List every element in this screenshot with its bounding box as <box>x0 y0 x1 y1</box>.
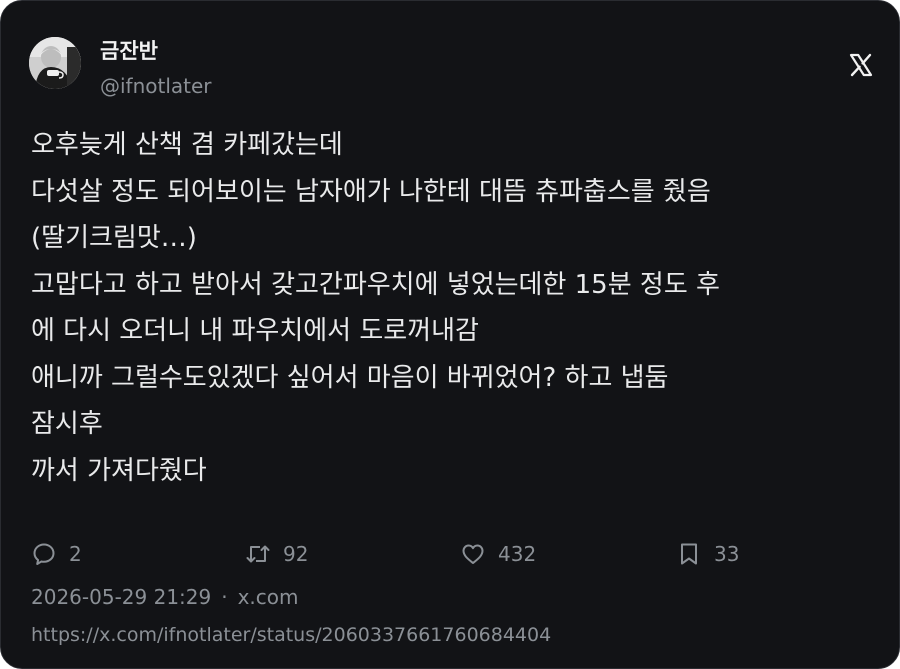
tweet-meta: 2026-05-29 21:29 · x.com <box>31 582 299 612</box>
tweet-line: 잠시후 <box>31 409 103 439</box>
tweet-line: 오후늦게 산책 겸 카페갔는데 <box>31 130 343 160</box>
retweet-count: 92 <box>283 542 309 566</box>
heart-icon <box>462 544 484 564</box>
like-count: 432 <box>498 542 537 566</box>
tweet-line: (딸기크림맛…) <box>31 223 197 253</box>
reply-icon <box>33 543 55 565</box>
reply-button[interactable]: 2 <box>31 534 82 574</box>
user-handle[interactable]: @ifnotlater <box>100 72 212 100</box>
action-bar: 2 92 432 33 <box>1 534 899 574</box>
tweet-line: 애니까 그럴수도있겠다 싶어서 마음이 바뀌었어? 하고 냅둠 <box>31 362 669 393</box>
tweet-line: 다섯살 정도 되어보이는 남자애가 나한테 대뜸 츄파춥스를 줬음 <box>31 176 711 207</box>
tweet-line: 에 다시 오더니 내 파우치에서 도로꺼내감 <box>31 316 479 346</box>
tweet-card: 금잔반 @ifnotlater 오후늦게 산책 겸 카페갔는데 다섯살 정도 되… <box>0 0 900 669</box>
retweet-button[interactable]: 92 <box>245 534 308 574</box>
source-link[interactable]: x.com <box>238 585 299 609</box>
tweet-line: 고맙다고 하고 받아서 갖고간파우치에 넣었는데한 15분 정도 후 <box>31 269 720 300</box>
bookmark-button[interactable]: 33 <box>676 534 739 574</box>
like-button[interactable]: 432 <box>460 534 536 574</box>
bookmark-icon <box>681 543 697 565</box>
tweet-line: 까서 가져다줬다 <box>31 455 207 486</box>
status-url[interactable]: https://x.com/ifnotlater/status/20603376… <box>31 620 551 650</box>
meta-separator: · <box>221 585 228 609</box>
x-logo-icon[interactable] <box>849 53 873 77</box>
reply-count: 2 <box>69 542 82 566</box>
timestamp[interactable]: 2026-05-29 21:29 <box>31 585 211 609</box>
tweet-text: 오후늦게 산책 겸 카페갔는데 다섯살 정도 되어보이는 남자애가 나한테 대뜸… <box>31 122 871 494</box>
avatar-photo-icon <box>29 37 81 89</box>
display-name[interactable]: 금잔반 <box>100 37 158 65</box>
retweet-icon <box>246 545 270 563</box>
bookmark-count: 33 <box>714 542 740 566</box>
avatar[interactable] <box>29 37 81 89</box>
